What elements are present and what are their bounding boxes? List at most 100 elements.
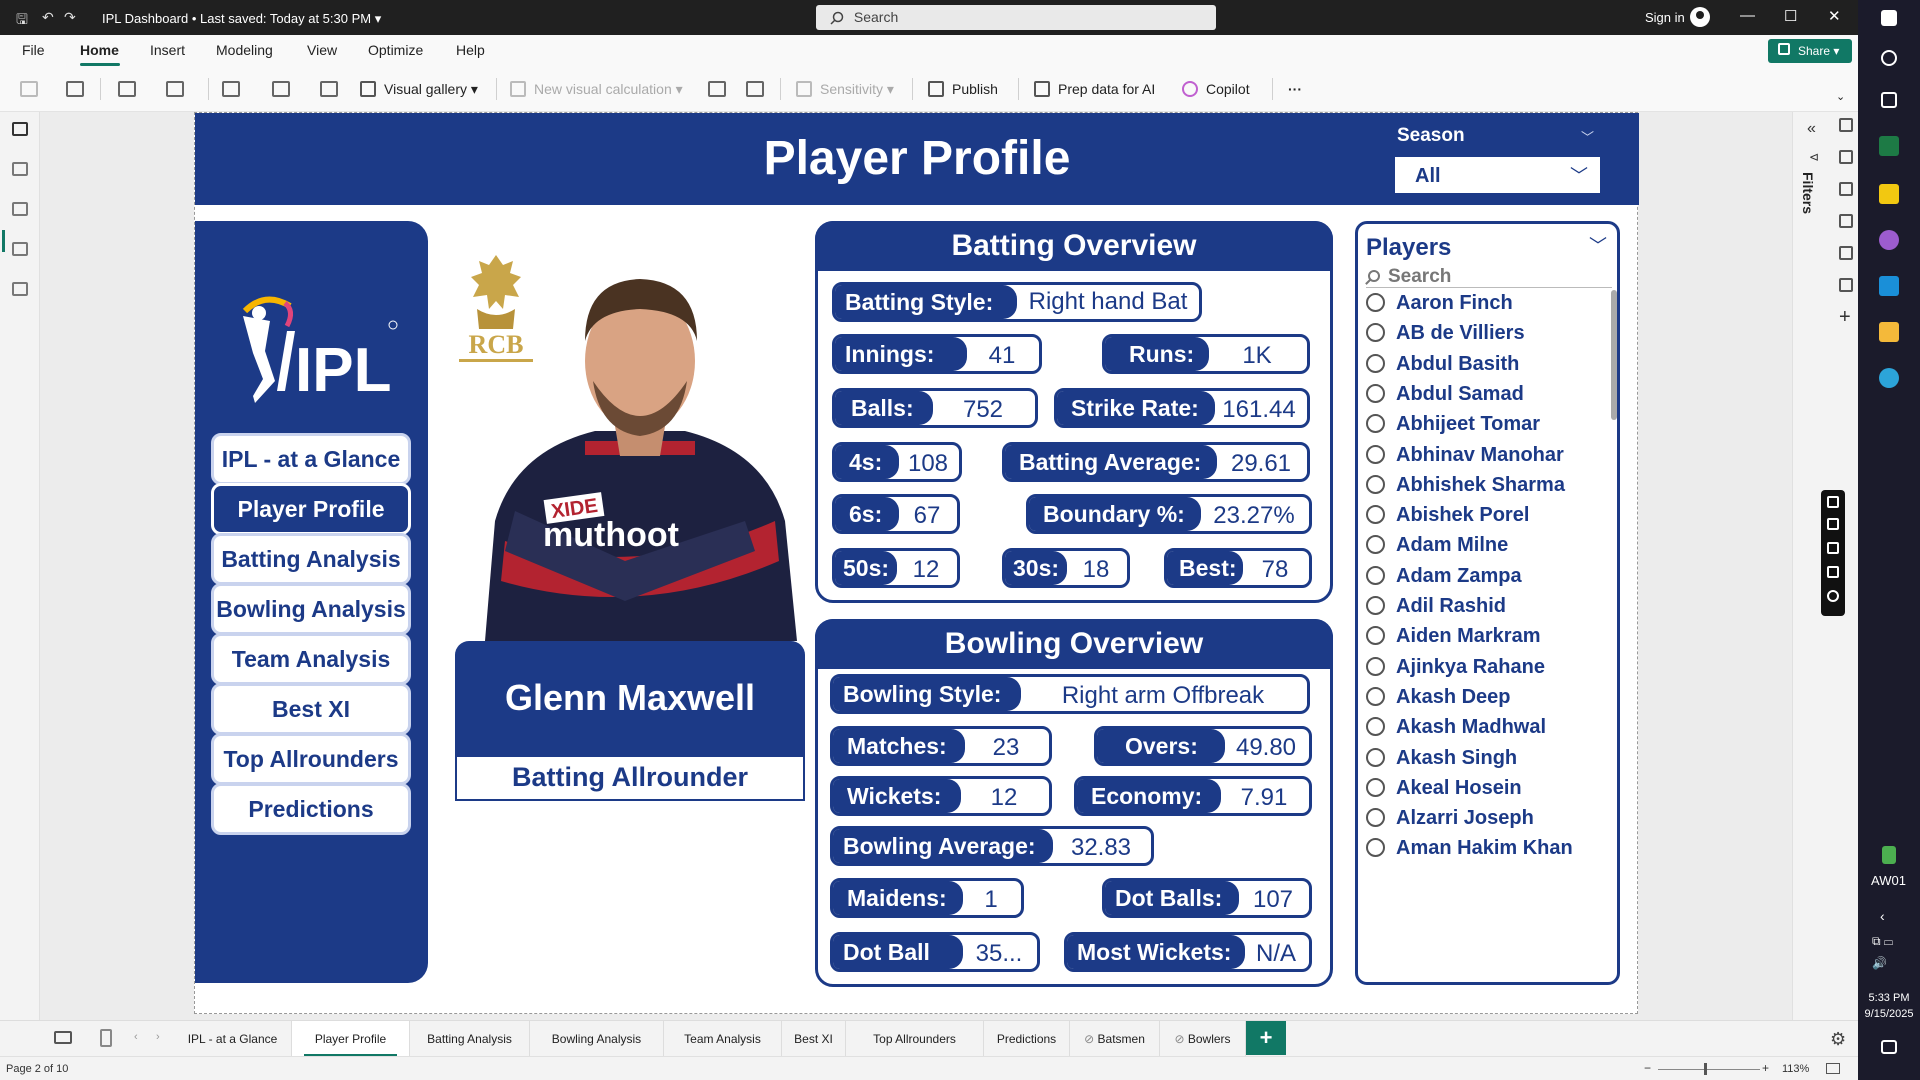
radio-button[interactable] [1366, 293, 1385, 312]
excel-icon[interactable] [1879, 136, 1899, 156]
radio-button[interactable] [1366, 353, 1385, 373]
nav-team-analysis[interactable]: Team Analysis [211, 633, 411, 685]
radio-button[interactable] [1366, 535, 1385, 555]
nav-predictions[interactable]: Predictions [211, 783, 411, 835]
radio-button[interactable] [1366, 656, 1385, 676]
new-measure-icon[interactable] [708, 81, 726, 97]
tmdl-view-icon[interactable] [12, 282, 28, 296]
new-visual-icon[interactable] [320, 81, 338, 97]
radio-button[interactable] [1366, 777, 1385, 797]
file-explorer-icon[interactable] [1879, 322, 1899, 342]
sign-in-link[interactable]: Sign in [1645, 10, 1685, 25]
chevron-down-icon[interactable]: ﹀ [1581, 127, 1594, 146]
mobile-layout-icon[interactable] [100, 1029, 112, 1047]
players-scrollbar[interactable] [1611, 290, 1617, 420]
radio-button[interactable] [1366, 323, 1385, 343]
radio-button[interactable] [1366, 747, 1385, 767]
get-data-icon[interactable] [118, 81, 136, 97]
page-tab[interactable]: Top Allrounders [846, 1021, 984, 1057]
search-box[interactable]: Search [816, 5, 1216, 30]
radio-button[interactable] [1366, 596, 1385, 615]
build-visual-icon[interactable] [1839, 150, 1853, 164]
page-tab[interactable]: Best XI [782, 1021, 846, 1057]
report-view-icon[interactable] [12, 122, 28, 136]
zoom-slider-thumb[interactable] [1704, 1063, 1707, 1075]
share-button[interactable]: Share ▾ [1768, 39, 1852, 63]
tab-optimize[interactable]: Optimize [368, 42, 423, 58]
close-button[interactable]: ✕ [1828, 7, 1841, 25]
publish-button[interactable]: Publish [928, 81, 998, 97]
clock-date[interactable]: 9/15/2025 [1858, 1008, 1920, 1020]
window-icon[interactable] [1827, 566, 1839, 578]
notifications-icon[interactable] [1881, 1040, 1897, 1054]
nav-batting-analysis[interactable]: Batting Analysis [211, 533, 411, 585]
chevron-right-icon[interactable]: › [156, 1031, 160, 1043]
window-title[interactable]: IPL Dashboard • Last saved: Today at 5:3… [102, 11, 381, 27]
nav-best-xi[interactable]: Best XI [211, 683, 411, 735]
radio-button[interactable] [1366, 505, 1385, 525]
page-tab-hidden[interactable]: ⊘ Bowlers [1160, 1021, 1246, 1057]
redo-icon[interactable]: ↷ [64, 9, 76, 26]
quick-measure-icon[interactable] [746, 81, 764, 97]
page-tab-hidden[interactable]: ⊘ Batsmen [1070, 1021, 1160, 1057]
copilot-app-icon[interactable] [1879, 230, 1899, 250]
zoom-in-icon[interactable]: + [1762, 1061, 1769, 1075]
tab-view[interactable]: View [307, 42, 337, 58]
format-visual-icon[interactable] [1839, 182, 1853, 196]
page-tab[interactable]: Team Analysis [664, 1021, 782, 1057]
desktop-layout-icon[interactable] [54, 1031, 72, 1044]
more-options-button[interactable]: ··· [1288, 81, 1302, 97]
table-view-icon[interactable] [12, 162, 28, 176]
page-tab[interactable]: Bowling Analysis [530, 1021, 664, 1057]
new-page-icon[interactable] [222, 81, 240, 97]
radio-button[interactable] [1366, 383, 1385, 403]
video-icon[interactable] [1827, 542, 1839, 554]
tab-help[interactable]: Help [456, 42, 485, 58]
chevron-down-icon[interactable]: ﹀ [1589, 232, 1607, 258]
fit-to-page-icon[interactable] [1826, 1063, 1840, 1074]
task-view-icon[interactable] [1881, 92, 1897, 108]
add-page-button[interactable]: + [1246, 1021, 1286, 1055]
radio-button[interactable] [1366, 717, 1385, 737]
tab-file[interactable]: File [22, 42, 45, 58]
avatar[interactable] [1690, 7, 1710, 27]
nav-player-profile[interactable]: Player Profile [211, 483, 411, 535]
gear-icon[interactable] [1827, 590, 1839, 602]
nav-bowling-analysis[interactable]: Bowling Analysis [211, 583, 411, 635]
chevron-left-icon[interactable]: ‹ [1880, 908, 1885, 924]
zoom-slider[interactable] [1658, 1069, 1760, 1070]
copilot-button[interactable]: Copilot [1182, 81, 1250, 97]
windows-start-icon[interactable] [1881, 10, 1897, 26]
model-view-icon[interactable] [12, 202, 28, 216]
tab-modeling[interactable]: Modeling [216, 42, 273, 58]
bookmark-icon[interactable] [1839, 214, 1853, 228]
selection-icon[interactable] [1839, 246, 1853, 260]
radio-button[interactable] [1366, 626, 1385, 646]
page-tab[interactable]: IPL - at a Glance [174, 1021, 292, 1057]
add-pane-icon[interactable]: + [1839, 306, 1851, 329]
data-pane-icon[interactable] [1839, 118, 1853, 132]
collapse-ribbon-icon[interactable]: ⌄ [1836, 90, 1845, 103]
edge-icon[interactable] [1879, 368, 1899, 388]
radio-button[interactable] [1366, 808, 1385, 828]
tab-home[interactable]: Home [80, 42, 119, 58]
radio-button[interactable] [1366, 414, 1385, 434]
radio-button[interactable] [1366, 565, 1385, 585]
camera-icon[interactable] [1827, 518, 1839, 530]
format-painter-icon[interactable] [66, 81, 84, 97]
tab-insert[interactable]: Insert [150, 42, 185, 58]
page-tab[interactable]: Predictions [984, 1021, 1070, 1057]
settings-gear-icon[interactable]: ⚙ [1830, 1029, 1846, 1050]
radio-button[interactable] [1366, 838, 1385, 858]
zoom-level[interactable]: 113% [1782, 1063, 1809, 1075]
outlook-icon[interactable] [1879, 276, 1899, 296]
minimize-button[interactable]: — [1740, 7, 1755, 24]
tray-icons[interactable]: ⧉ ▭ [1872, 934, 1893, 949]
clock-time[interactable]: 5:33 PM [1858, 992, 1920, 1004]
zoom-out-icon[interactable]: − [1644, 1061, 1651, 1075]
dax-query-icon[interactable] [12, 242, 28, 256]
pen-icon[interactable] [1827, 496, 1839, 508]
transform-data-icon[interactable] [166, 81, 184, 97]
search-icon[interactable] [1881, 50, 1897, 66]
paste-icon[interactable] [20, 81, 38, 97]
